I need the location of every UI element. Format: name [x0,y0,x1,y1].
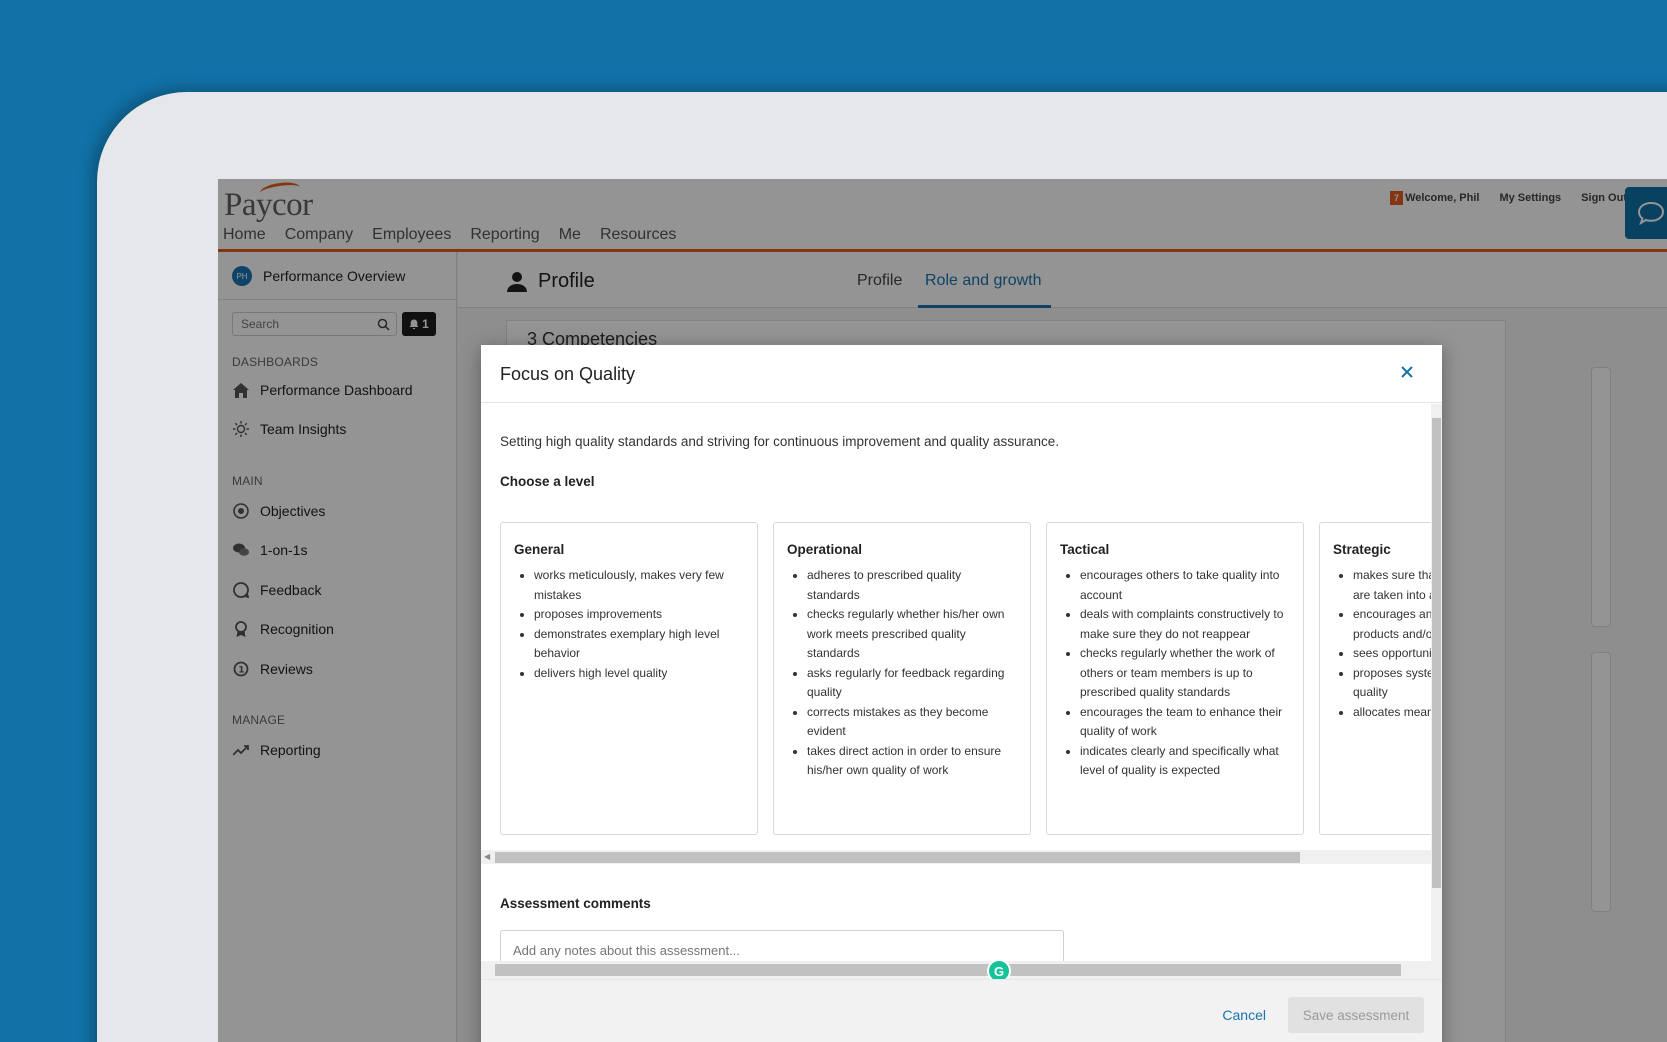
level-bullets: encourages others to take quality into a… [1060,566,1290,781]
scrollbar-thumb[interactable] [495,964,1401,976]
list-item: encourages others to take quality into a… [1080,566,1290,605]
competency-description: Setting high quality standards and striv… [500,434,1060,449]
focus-on-quality-modal: Focus on Quality Setting high quality st… [481,345,1442,1042]
scrollbar-thumb[interactable] [495,852,1300,863]
list-item: encourages an enhance the qu products an… [1353,605,1431,644]
list-item: works meticulously, makes very few mista… [534,566,744,605]
list-item: takes direct action in order to ensure h… [807,742,1017,781]
list-item: checks regularly whether the work of oth… [1080,644,1290,703]
cancel-button[interactable]: Cancel [1222,1007,1266,1023]
level-name: General [514,542,565,557]
close-button[interactable] [1396,361,1418,383]
level-bullets: works meticulously, makes very few mista… [514,566,744,683]
modal-footer: Cancel Save assessment [481,979,1442,1042]
level-cards: General works meticulously, makes very f… [500,522,1431,837]
level-name: Tactical [1060,542,1110,557]
levels-horizontal-scrollbar[interactable]: ◀ [481,850,1431,864]
level-name: Strategic [1333,542,1391,557]
level-card-operational[interactable]: Operational adheres to prescribed qualit… [773,522,1031,835]
list-item: proposes syste focused on enh quality [1353,664,1431,703]
list-item: corrects mistakes as they become evident [807,703,1017,742]
save-assessment-button[interactable]: Save assessment [1288,997,1424,1033]
list-item: proposes improvements [534,605,744,625]
list-item: delivers high level quality [534,664,744,684]
list-item: demonstrates exemplary high level behavi… [534,625,744,664]
list-item: deals with complaints constructively to … [1080,605,1290,644]
modal-body: Setting high quality standards and striv… [481,404,1431,979]
list-item: checks regularly whether his/her own wor… [807,605,1017,664]
close-icon [1401,366,1413,378]
list-item: allocates mean organization to [1353,703,1431,723]
list-item: indicates clearly and specifically what … [1080,742,1290,781]
list-item: adheres to prescribed quality standards [807,566,1017,605]
level-card-strategic[interactable]: Strategic makes sure that quality standa… [1319,522,1431,835]
modal-header: Focus on Quality [481,345,1442,403]
modal-vertical-scrollbar[interactable] [1431,404,1442,979]
list-item: sees opportuni [1353,644,1431,664]
level-name: Operational [787,542,863,557]
level-bullets: adheres to prescribed quality standards … [787,566,1017,781]
app-screen: Paycor Home Company Employees Reporting … [218,179,1667,1042]
list-item: asks regularly for feedback regarding qu… [807,664,1017,703]
scroll-left-icon[interactable]: ◀ [484,852,490,861]
modal-title: Focus on Quality [500,364,636,384]
modal-horizontal-scrollbar[interactable] [481,961,1431,979]
assessment-comments-label: Assessment comments [500,896,651,911]
list-item: makes sure that quality standards are ta… [1353,566,1431,605]
list-item: encourages the team to enhance their qua… [1080,703,1290,742]
level-card-tactical[interactable]: Tactical encourages others to take quali… [1046,522,1304,835]
level-bullets: makes sure that quality standards are ta… [1333,566,1431,722]
choose-level-label: Choose a level [500,474,595,489]
scrollbar-thumb[interactable] [1432,418,1441,888]
level-card-general[interactable]: General works meticulously, makes very f… [500,522,758,835]
